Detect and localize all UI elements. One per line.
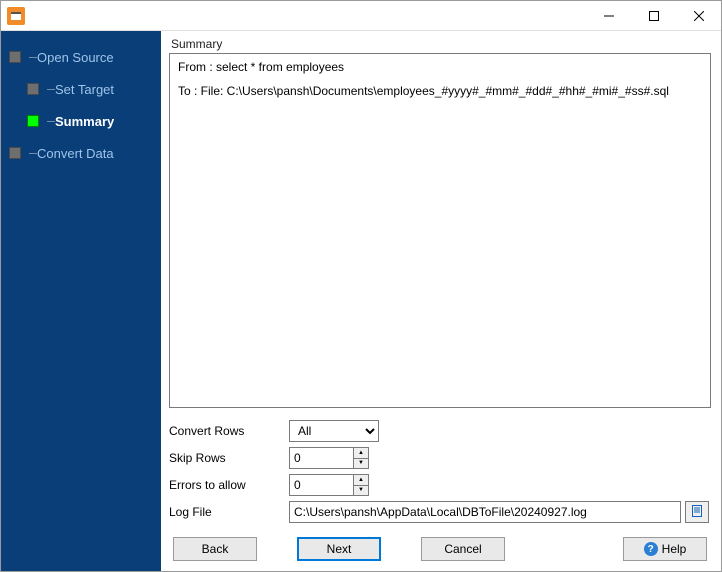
back-button[interactable]: Back [173, 537, 257, 561]
errors-allow-spinner[interactable]: ▲ ▼ [289, 474, 369, 496]
step-label: Convert Data [37, 146, 114, 161]
wizard-button-bar: Back Next Cancel ? Help [169, 537, 711, 561]
document-icon [690, 504, 704, 521]
convert-rows-select[interactable]: All [289, 420, 379, 442]
summary-from-line: From : select * from employees [178, 60, 702, 74]
skip-rows-input[interactable] [289, 447, 353, 469]
step-set-target[interactable]: Set Target [9, 75, 161, 103]
log-file-browse-button[interactable] [685, 501, 709, 523]
errors-allow-label: Errors to allow [169, 478, 289, 492]
skip-rows-spinner[interactable]: ▲ ▼ [289, 447, 369, 469]
step-bullet-icon [27, 83, 39, 95]
errors-down[interactable]: ▼ [353, 486, 369, 497]
summary-text-box[interactable]: From : select * from employees To : File… [169, 53, 711, 408]
skip-rows-label: Skip Rows [169, 451, 289, 465]
next-button[interactable]: Next [297, 537, 381, 561]
step-label: Open Source [37, 50, 114, 65]
help-button[interactable]: ? Help [623, 537, 707, 561]
step-bullet-icon [9, 147, 21, 159]
options-form: Convert Rows All Skip Rows ▲ ▼ [169, 420, 711, 523]
step-label: Set Target [55, 82, 114, 97]
app-icon [7, 7, 25, 25]
skip-rows-up[interactable]: ▲ [353, 447, 369, 459]
titlebar [1, 1, 721, 31]
skip-rows-down[interactable]: ▼ [353, 459, 369, 470]
close-button[interactable] [676, 1, 721, 30]
log-file-input[interactable] [289, 501, 681, 523]
convert-rows-label: Convert Rows [169, 424, 289, 438]
step-label: Summary [55, 114, 114, 129]
errors-allow-input[interactable] [289, 474, 353, 496]
main-panel: Summary From : select * from employees T… [161, 31, 721, 571]
step-bullet-icon [9, 51, 21, 63]
log-file-label: Log File [169, 505, 289, 519]
maximize-button[interactable] [631, 1, 676, 30]
cancel-button[interactable]: Cancel [421, 537, 505, 561]
step-convert-data[interactable]: Convert Data [9, 139, 161, 167]
step-summary[interactable]: Summary [9, 107, 161, 135]
summary-to-line: To : File: C:\Users\pansh\Documents\empl… [178, 84, 702, 98]
step-bullet-icon [27, 115, 39, 127]
help-icon: ? [644, 542, 658, 556]
minimize-button[interactable] [586, 1, 631, 30]
wizard-window: Open Source Set Target Summary Convert D… [0, 0, 722, 572]
wizard-steps-sidebar: Open Source Set Target Summary Convert D… [1, 31, 161, 571]
errors-up[interactable]: ▲ [353, 474, 369, 486]
step-open-source[interactable]: Open Source [9, 43, 161, 71]
section-title: Summary [169, 37, 711, 51]
